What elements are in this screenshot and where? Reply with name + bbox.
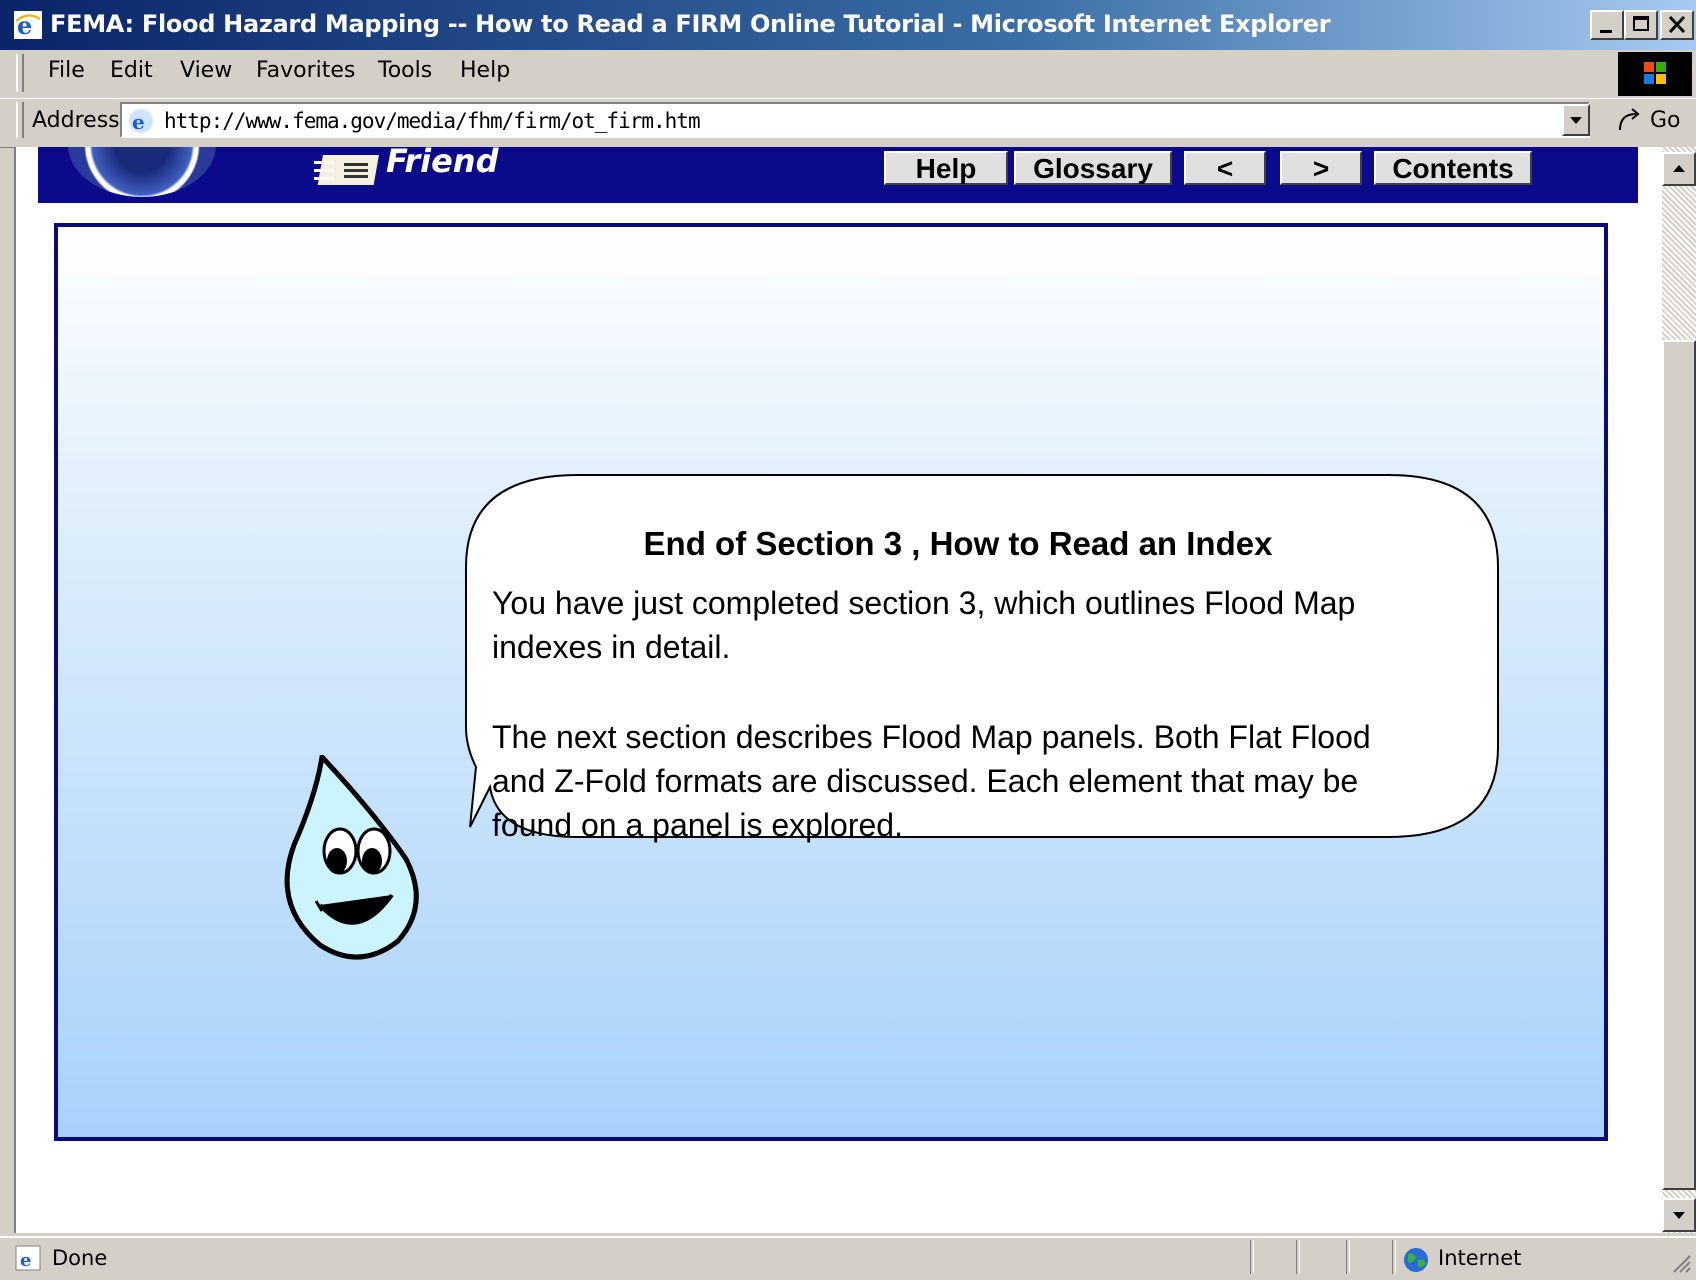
svg-text:e: e [20, 1250, 31, 1271]
page-status-icon: e [14, 1244, 44, 1272]
glossary-button[interactable]: Glossary [1014, 151, 1172, 185]
tutorial-panel: End of Section 3 , How to Read an Index … [54, 223, 1608, 1141]
windows-logo-icon [1618, 52, 1692, 96]
scrollbar-thumb[interactable] [1662, 340, 1696, 1190]
menu-edit[interactable]: Edit [110, 58, 153, 83]
tell-a-friend-link[interactable]: Friend [386, 147, 498, 177]
address-url: http://www.fema.gov/media/fhm/firm/ot_fi… [164, 109, 701, 133]
scroll-down-button[interactable] [1662, 1198, 1696, 1232]
address-input[interactable]: e http://www.fema.gov/media/fhm/firm/ot_… [120, 102, 1590, 138]
menu-help[interactable]: Help [460, 58, 510, 83]
bubble-paragraph-1: You have just completed section 3, which… [492, 585, 1356, 665]
contents-button[interactable]: Contents [1374, 151, 1532, 185]
speech-bubble [465, 474, 1499, 838]
next-button[interactable]: > [1280, 151, 1362, 185]
tell-a-friend-icon[interactable] [314, 149, 384, 189]
security-zone-label: Internet [1438, 1246, 1522, 1270]
menu-bar [0, 50, 1696, 99]
fema-seal-logo [68, 147, 216, 197]
bubble-paragraph-2: The next section describes Flood Map pan… [492, 719, 1371, 843]
resize-grip-icon[interactable] [1668, 1250, 1692, 1274]
menu-file[interactable]: File [48, 58, 85, 83]
status-divider [1296, 1240, 1300, 1274]
scroll-up-button[interactable] [1662, 152, 1696, 186]
address-dropdown-button[interactable] [1562, 104, 1590, 136]
go-button[interactable]: Go [1650, 108, 1681, 133]
maximize-button[interactable] [1624, 10, 1658, 40]
status-text: Done [52, 1246, 108, 1270]
menu-favorites[interactable]: Favorites [256, 58, 355, 83]
previous-button[interactable]: < [1184, 151, 1266, 185]
address-label: Address [32, 108, 120, 133]
page-icon: e [128, 108, 154, 134]
menu-tools[interactable]: Tools [378, 58, 432, 83]
svg-text:e: e [132, 110, 145, 134]
water-drop-mascot-icon [280, 751, 430, 975]
internet-globe-icon [1402, 1246, 1430, 1274]
section-end-title: End of Section 3 , How to Read an Index [643, 525, 1273, 562]
status-divider [1392, 1240, 1396, 1274]
toolbar-grip[interactable] [16, 54, 24, 92]
page-content: Friend Help Glossary < > Contents End of… [14, 147, 1664, 1233]
menu-view[interactable]: View [180, 58, 232, 83]
address-grip[interactable] [16, 102, 24, 138]
close-button[interactable] [1660, 10, 1694, 40]
status-divider [1346, 1240, 1350, 1274]
minimize-button[interactable] [1590, 10, 1624, 40]
go-arrow-icon[interactable] [1614, 106, 1644, 136]
status-divider [1250, 1240, 1254, 1274]
help-button[interactable]: Help [884, 151, 1008, 185]
window-title: FEMA: Flood Hazard Mapping -- How to Rea… [50, 10, 1331, 38]
ie-logo-icon: e [14, 11, 42, 40]
fema-header: Friend Help Glossary < > Contents [38, 147, 1638, 203]
